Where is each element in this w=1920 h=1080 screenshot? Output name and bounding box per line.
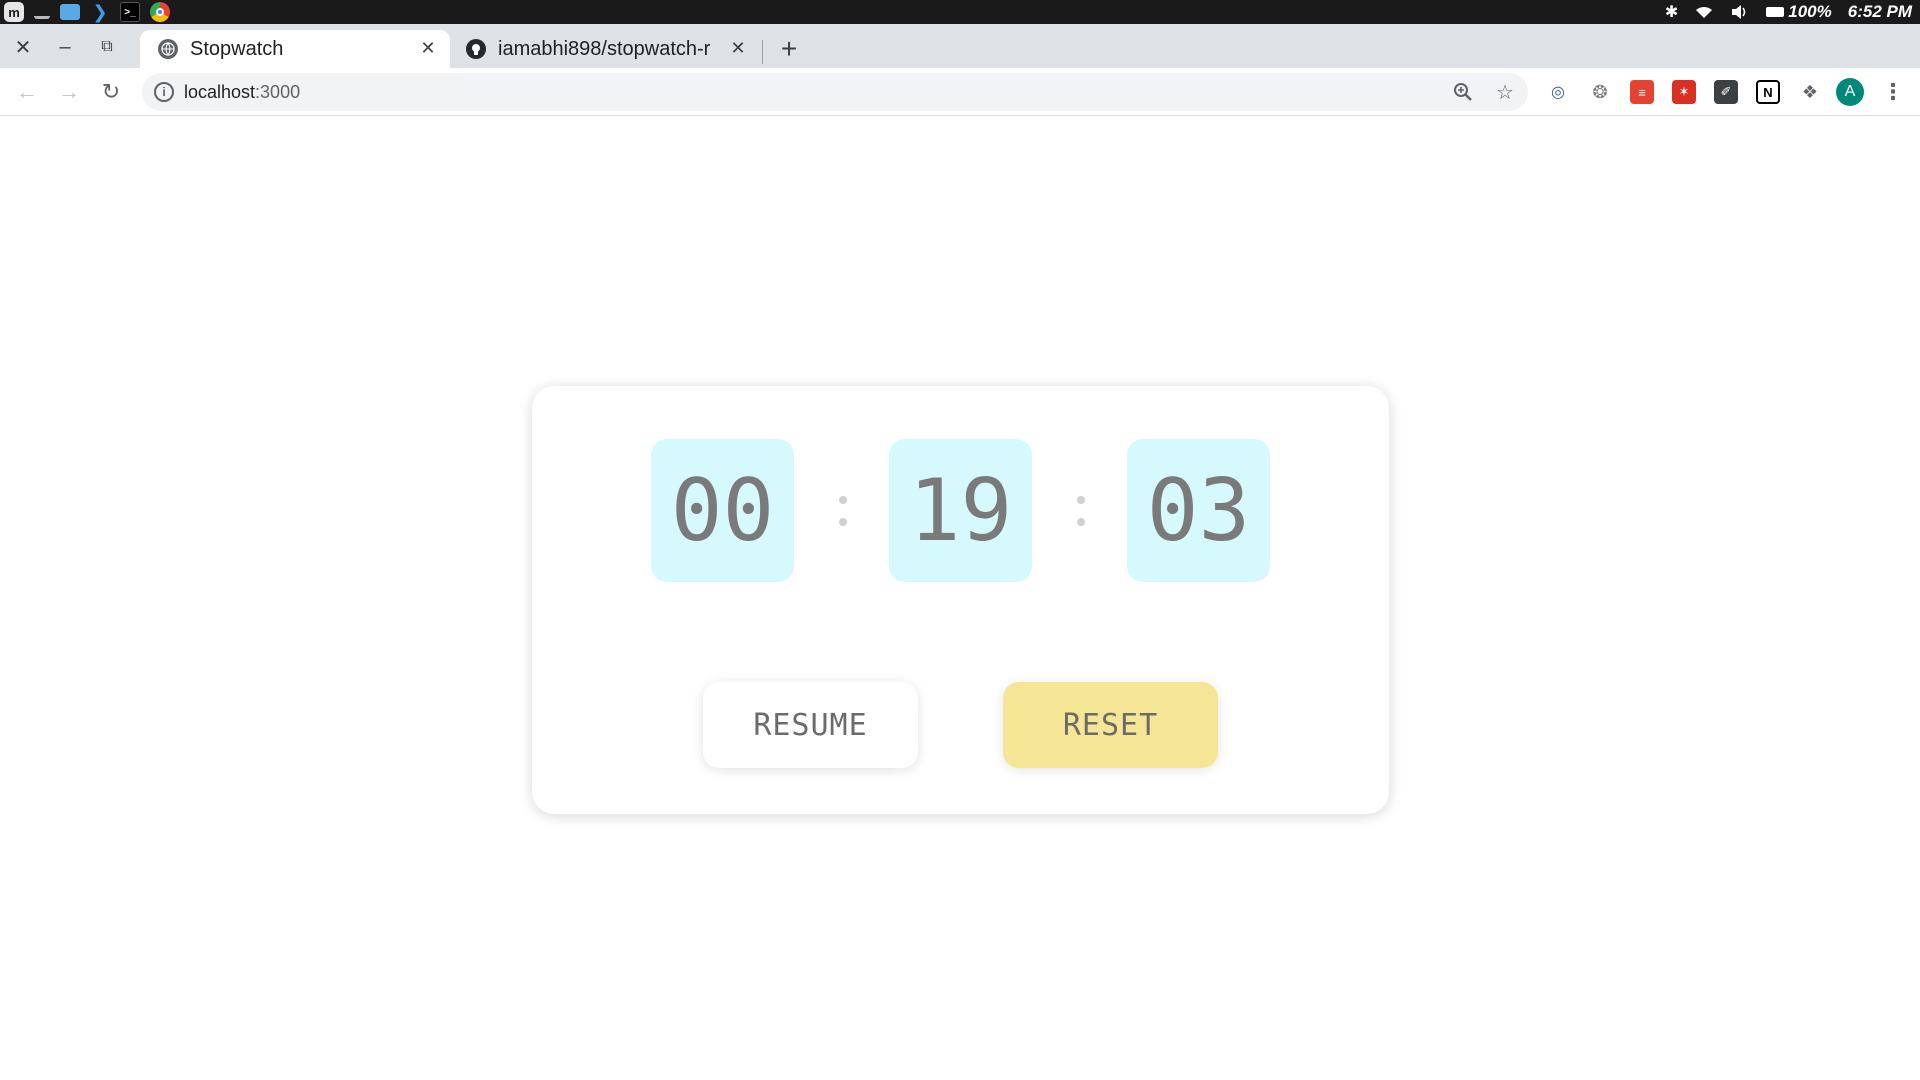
extension-red-icon[interactable]: ✶ — [1672, 80, 1696, 104]
tab-separator — [762, 40, 763, 64]
browser-toolbar: ← → ↻ i localhost:3000 ☆ ◎ ❂ ≡ ✶ ✐ N ❖ A… — [0, 68, 1920, 116]
url-host: localhost — [184, 82, 256, 102]
mint-menu-icon[interactable]: m — [4, 2, 24, 22]
window-minimize-icon[interactable]: – — [50, 32, 80, 62]
github-icon — [466, 39, 486, 59]
os-top-panel: m ❯ >_ ✱ 100% 6:52 PM — [0, 0, 1920, 24]
terminal-icon[interactable]: >_ — [120, 2, 140, 22]
tab-stopwatch[interactable]: Stopwatch ✕ — [140, 30, 450, 68]
window-close-icon[interactable]: ✕ — [8, 32, 38, 62]
battery-icon — [1766, 7, 1785, 17]
info-icon[interactable]: i — [154, 82, 174, 102]
extensions-puzzle-icon[interactable]: ❖ — [1798, 80, 1822, 104]
page-viewport: 00 19 03 RESUME RESET — [0, 117, 1920, 1080]
zoom-icon[interactable] — [1450, 79, 1476, 105]
hours-display: 00 — [651, 439, 794, 582]
tab-github[interactable]: iamabhi898/stopwatch-r ✕ — [450, 30, 760, 68]
files-icon[interactable] — [60, 4, 80, 20]
forward-button[interactable]: → — [54, 77, 84, 107]
tab-strip: ✕ – ⧉ Stopwatch ✕ iamabhi898/stopwatch-r… — [0, 24, 1920, 68]
tab-title: iamabhi898/stopwatch-r — [498, 37, 711, 60]
extension-bug-icon[interactable]: ❂ — [1588, 80, 1612, 104]
chrome-icon[interactable] — [150, 2, 170, 22]
back-button[interactable]: ← — [12, 77, 42, 107]
reset-button[interactable]: RESET — [1003, 682, 1218, 768]
os-tray: ✱ 100% 6:52 PM — [1665, 0, 1912, 24]
vscode-icon[interactable]: ❯ — [90, 2, 110, 22]
reload-button[interactable]: ↻ — [96, 77, 126, 107]
extension-todoist-icon[interactable]: ≡ — [1630, 80, 1654, 104]
address-bar[interactable]: i localhost:3000 ☆ — [142, 73, 1528, 111]
extension-glasses-icon[interactable]: ◎ — [1546, 80, 1570, 104]
bluetooth-icon[interactable]: ✱ — [1665, 2, 1678, 22]
show-desktop-icon[interactable] — [34, 5, 50, 19]
resume-button[interactable]: RESUME — [703, 682, 918, 768]
minutes-display: 19 — [889, 439, 1032, 582]
stopwatch-card: 00 19 03 RESUME RESET — [532, 386, 1389, 814]
profile-avatar[interactable]: A — [1836, 78, 1864, 106]
volume-icon[interactable] — [1730, 4, 1750, 20]
os-launcher-icons: m ❯ >_ — [4, 2, 170, 22]
url-text[interactable]: localhost:3000 — [184, 82, 300, 103]
battery-indicator[interactable]: 100% — [1766, 2, 1832, 22]
browser-menu-icon[interactable]: ⋮ — [1880, 77, 1906, 107]
extension-keep-icon[interactable]: ✐ — [1714, 80, 1738, 104]
colon-separator — [833, 496, 853, 526]
wifi-icon[interactable] — [1694, 4, 1714, 20]
tab-close-icon[interactable]: ✕ — [728, 38, 748, 58]
tab-close-icon[interactable]: ✕ — [418, 38, 438, 58]
window-restore-icon[interactable]: ⧉ — [92, 32, 122, 62]
clock[interactable]: 6:52 PM — [1848, 2, 1912, 22]
url-port: :3000 — [255, 82, 301, 102]
tab-title: Stopwatch — [190, 37, 284, 60]
battery-percent: 100% — [1788, 2, 1832, 21]
seconds-display: 03 — [1127, 439, 1270, 582]
globe-icon — [158, 39, 178, 59]
extension-notion-icon[interactable]: N — [1756, 80, 1780, 104]
bookmark-star-icon[interactable]: ☆ — [1492, 79, 1518, 105]
new-tab-button[interactable]: + — [774, 33, 804, 64]
colon-separator — [1071, 496, 1091, 526]
